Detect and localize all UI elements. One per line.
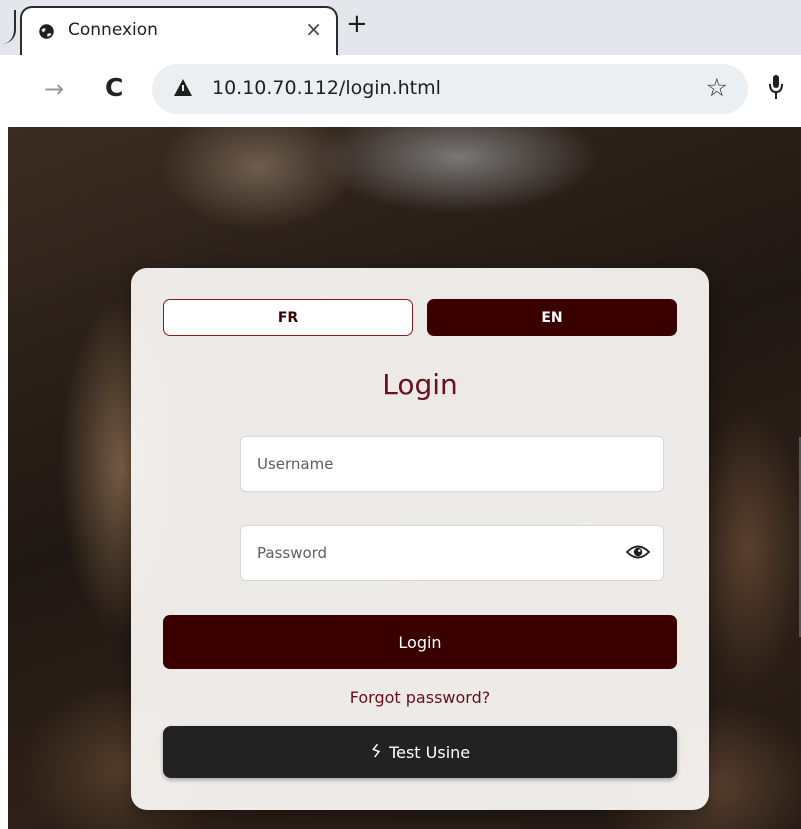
language-en-button[interactable]: EN (427, 299, 677, 336)
password-input[interactable] (240, 525, 664, 581)
forgot-password-link[interactable]: Forgot password? (131, 688, 709, 707)
url-text[interactable]: 10.10.70.112/login.html (212, 77, 441, 99)
address-bar[interactable]: 10.10.70.112/login.html ☆ (152, 64, 748, 114)
new-tab-button[interactable]: + (346, 9, 368, 39)
test-usine-label: Test Usine (389, 742, 471, 762)
reload-icon[interactable]: C (105, 73, 123, 102)
tab-connexion[interactable]: Connexion × (20, 6, 338, 55)
close-icon[interactable]: × (305, 17, 322, 41)
page-background: FR EN Login Login Forgot password? ϟ Tes… (8, 127, 801, 829)
login-button[interactable]: Login (163, 615, 677, 669)
test-usine-button[interactable]: ϟ Test Usine (163, 726, 677, 778)
previous-tab-edge[interactable] (0, 10, 16, 44)
globe-icon (39, 24, 54, 39)
language-fr-button[interactable]: FR (163, 299, 413, 336)
star-icon[interactable]: ☆ (706, 73, 728, 102)
browser-toolbar: → C 10.10.70.112/login.html ☆ (0, 55, 801, 127)
forward-icon[interactable]: → (44, 75, 64, 103)
warning-icon[interactable] (174, 79, 192, 96)
eye-icon[interactable] (626, 543, 650, 561)
microphone-icon[interactable] (768, 73, 784, 103)
username-input[interactable] (240, 436, 664, 492)
login-title: Login (382, 368, 458, 401)
wrench-icon: ϟ (366, 740, 385, 764)
tab-strip: Connexion × + (0, 0, 801, 55)
login-card: FR EN Login Login Forgot password? ϟ Tes… (131, 268, 709, 810)
tab-title: Connexion (68, 20, 158, 40)
browser-window: Connexion × + → C 10.10.70.112/login.htm… (0, 0, 801, 829)
